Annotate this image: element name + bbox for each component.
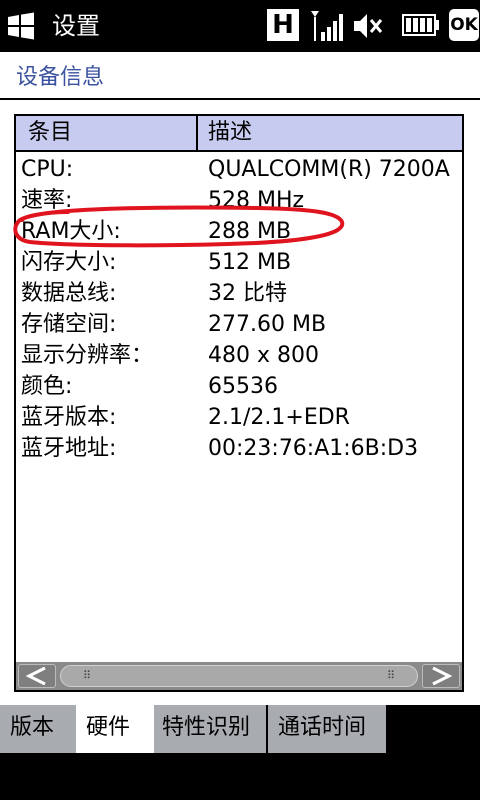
column-header-item[interactable]: 条目 [28,118,72,148]
table-row[interactable]: 速率: 528 MHz [16,185,462,216]
table-row[interactable]: 颜色: 65536 [16,371,462,402]
signal-strength-icon[interactable] [308,9,346,43]
app-title: 设置 [52,12,100,40]
list-rows: CPU: QUALCOMM(R) 7200A 速率: 528 MHz RAM大小… [13,154,462,464]
row-value: 00:23:76:A1:6B:D3 [208,436,419,461]
row-value: 528 MHz [208,188,305,213]
grip-icon: ⠿ [83,669,92,682]
tab-hardware[interactable]: 硬件 [76,705,154,753]
list-header: 条目 描述 [16,116,462,152]
volume-muted-icon[interactable] [352,10,384,42]
row-item: 速率: [21,188,73,213]
ok-button-label: OK [450,15,478,35]
tab-label: 特性识别 [162,715,251,740]
table-row[interactable]: 显示分辨率： 480 x 800 [16,340,462,371]
title-bar: 设置 H OK [0,0,480,52]
grip-icon: ⠿ [386,669,395,682]
arrow-right-icon [432,666,453,686]
scroll-left-button[interactable] [18,664,56,688]
row-item: 数据总线: [21,281,117,306]
tab-bar: 版本 硬件 特性识别 通话时间 [0,705,480,753]
content-area: 设备信息 条目 描述 CPU: QUALCOMM(R) 7200A 速率: 52… [0,52,480,705]
row-item: 闪存大小: [21,250,117,275]
arrow-left-icon [25,666,46,686]
page-title: 设备信息 [16,65,105,90]
table-row[interactable]: 数据总线: 32 比特 [16,278,462,309]
row-value: QUALCOMM(R) 7200A [208,157,450,182]
tab-call-time[interactable]: 通话时间 [268,705,386,753]
horizontal-scrollbar[interactable]: ⠿ ⠿ [16,662,462,690]
table-row[interactable]: 存储空间: 277.60 MB [16,309,462,340]
row-item: 存储空间: [21,312,117,337]
row-value: 480 x 800 [208,343,319,368]
row-item: 蓝牙地址: [21,436,117,461]
device-info-list[interactable]: 条目 描述 CPU: QUALCOMM(R) 7200A 速率: 528 MHz… [13,114,464,692]
title-divider [0,98,480,100]
scroll-right-button[interactable] [422,664,460,688]
row-item: 蓝牙版本: [21,405,117,430]
tab-label: 硬件 [86,715,131,740]
table-row[interactable]: 闪存大小: 512 MB [16,247,462,278]
column-header-description[interactable]: 描述 [208,118,252,148]
row-value: 2.1/2.1+EDR [208,405,350,430]
table-row-ram[interactable]: RAM大小: 288 MB [13,205,462,248]
soft-key-bar [0,753,480,800]
tab-label: 通话时间 [278,715,367,740]
battery-icon[interactable] [402,13,440,37]
row-value: 277.60 MB [208,312,327,337]
table-row[interactable]: 蓝牙版本: 2.1/2.1+EDR [16,402,462,433]
ok-button[interactable]: OK [449,9,479,41]
scroll-thumb[interactable]: ⠿ ⠿ [60,665,418,687]
table-row[interactable]: 蓝牙地址: 00:23:76:A1:6B:D3 [16,433,462,464]
windows-start-icon[interactable] [6,12,36,40]
row-value: 32 比特 [208,281,287,306]
tab-feature-id[interactable]: 特性识别 [154,705,266,753]
column-divider[interactable] [196,116,198,150]
row-item: 颜色: [21,374,73,399]
row-item: CPU: [21,157,74,182]
tab-label: 版本 [10,715,55,740]
network-type-label: H [272,10,294,40]
network-type-icon: H [267,9,299,41]
row-value: 65536 [208,374,278,399]
tab-version[interactable]: 版本 [0,705,76,753]
row-item: RAM大小: [21,219,121,244]
table-row[interactable]: CPU: QUALCOMM(R) 7200A [16,154,462,185]
row-value: 512 MB [208,250,292,275]
row-item: 显示分辨率： [21,343,154,368]
row-value: 288 MB [208,219,292,244]
